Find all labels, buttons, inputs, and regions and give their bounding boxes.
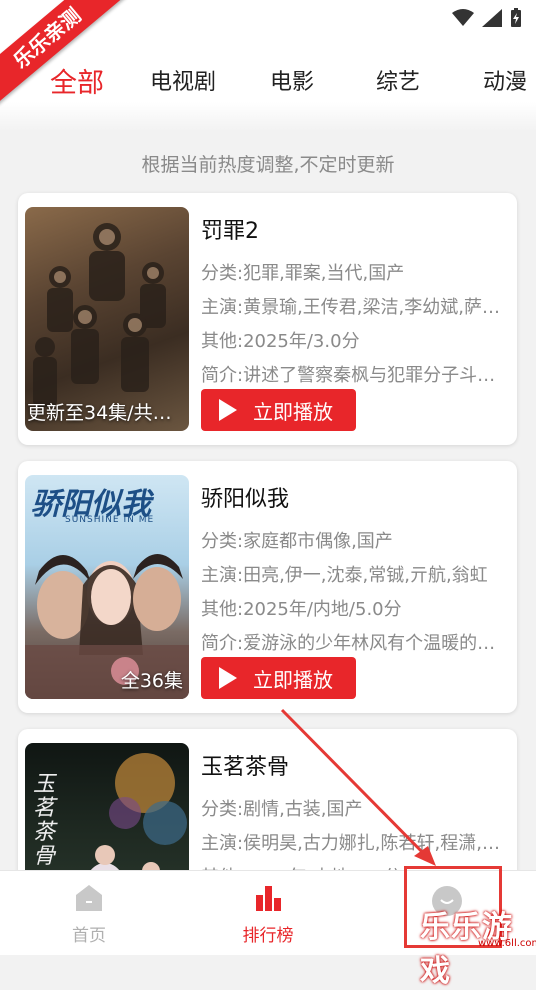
nav-home-label: 首页 [72,926,106,946]
bar-chart-icon [256,886,281,911]
nav-home[interactable]: 首页 [29,883,149,946]
watermark-url: www.6ll.com [478,938,536,949]
nav-ranking[interactable]: 排行榜 [208,883,328,946]
annotation-arrow [280,708,436,866]
nav-ranking-label: 排行榜 [242,926,294,946]
home-icon [76,885,102,911]
